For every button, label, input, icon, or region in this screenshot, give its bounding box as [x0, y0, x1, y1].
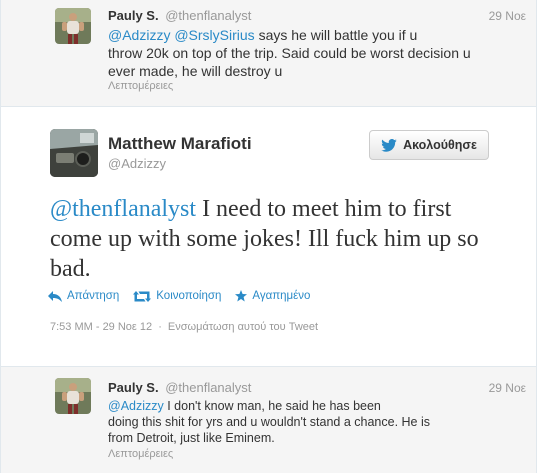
- tweet-header: Pauly S. @thenflanalyst 29 Νοε: [108, 8, 526, 24]
- author-fullname[interactable]: Pauly S.: [108, 8, 159, 23]
- details-link[interactable]: Λεπτομέρειες: [108, 80, 173, 92]
- author-fullname[interactable]: Matthew Marafioti: [108, 134, 252, 154]
- author-username[interactable]: @thenflanalyst: [165, 380, 251, 395]
- embed-tweet-link[interactable]: Ενσωμάτωση αυτού του Tweet: [168, 321, 318, 333]
- tweet-text-fragment: throw 20k on top of the trip. Said could…: [108, 45, 471, 61]
- meta-separator: ·: [158, 321, 162, 333]
- retweet-action[interactable]: Κοινοποίηση: [133, 290, 221, 302]
- mention-link[interactable]: @Adzizzy: [108, 27, 170, 43]
- avatar[interactable]: [55, 378, 91, 414]
- reply-arrow-icon: [48, 290, 62, 302]
- favorite-action[interactable]: Αγαπημένο: [235, 290, 310, 302]
- tweet-text-fragment: I don't know man, he said he has been: [163, 399, 381, 413]
- main-tweet: Matthew Marafioti @Adzizzy Ακολούθησε @t…: [1, 108, 536, 366]
- author-username[interactable]: @Adzizzy: [108, 156, 166, 171]
- reply-tweet-bottom[interactable]: Pauly S. @thenflanalyst 29 Νοε @Adzizzy …: [1, 366, 536, 473]
- retweet-icon: [133, 290, 152, 302]
- tweet-text: @thenflanalyst I need to meet him to fir…: [50, 194, 500, 284]
- star-icon: [235, 290, 248, 302]
- follow-button-label: Ακολούθησε: [403, 138, 477, 152]
- avatar[interactable]: [55, 8, 91, 44]
- tweet-timestamp[interactable]: 7:53 ΜΜ - 29 Νοε 12: [50, 321, 152, 333]
- tweet-text: @Adzizzy @SrslySirius says he will battl…: [108, 26, 518, 80]
- tweet-text-fragment: says he will battle you if u: [254, 27, 418, 43]
- mention-link[interactable]: @Adzizzy: [108, 399, 164, 413]
- tweet-actions: Απάντηση Κοινοποίηση Αγαπημένο: [48, 290, 310, 302]
- tweet-text-fragment: from Detroit, just like Eminem.: [108, 431, 275, 445]
- reply-label: Απάντηση: [67, 290, 120, 302]
- mention-link[interactable]: @SrslySirius: [174, 27, 254, 43]
- details-link[interactable]: Λεπτομέρειες: [108, 448, 173, 460]
- author-fullname[interactable]: Pauly S.: [108, 380, 159, 395]
- tweet-text-fragment: doing this shit for yrs and u wouldn't s…: [108, 415, 431, 429]
- tweet-text: @Adzizzy I don't know man, he said he ha…: [108, 398, 518, 446]
- reply-action[interactable]: Απάντηση: [48, 290, 119, 302]
- follow-button[interactable]: Ακολούθησε: [369, 130, 489, 160]
- tweet-text-fragment: ever made, he will destroy u: [108, 63, 283, 79]
- twitter-bird-icon: [381, 138, 397, 152]
- tweet-time[interactable]: 29 Νοε: [489, 8, 526, 24]
- avatar[interactable]: [50, 129, 98, 177]
- tweet-header: Pauly S. @thenflanalyst 29 Νοε: [108, 380, 526, 396]
- retweet-label: Κοινοποίηση: [156, 290, 222, 302]
- tweet-conversation: Pauly S. @thenflanalyst 29 Νοε @Adzizzy …: [0, 0, 537, 473]
- favorite-label: Αγαπημένο: [252, 290, 311, 302]
- tweet-meta: 7:53 ΜΜ - 29 Νοε 12 · Ενσωμάτωση αυτού τ…: [50, 321, 318, 333]
- mention-link[interactable]: @thenflanalyst: [50, 196, 196, 222]
- reply-tweet-top[interactable]: Pauly S. @thenflanalyst 29 Νοε @Adzizzy …: [1, 0, 536, 107]
- author-username[interactable]: @thenflanalyst: [165, 8, 251, 23]
- tweet-time[interactable]: 29 Νοε: [489, 380, 526, 396]
